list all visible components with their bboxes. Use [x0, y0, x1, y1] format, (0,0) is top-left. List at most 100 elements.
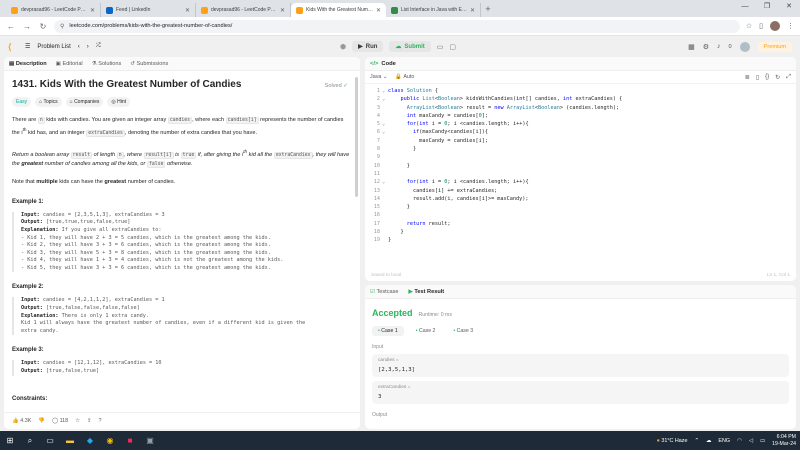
battery-icon[interactable]: ▭: [760, 438, 765, 444]
code-line[interactable]: 1 ⌄ class Solution {: [365, 87, 796, 95]
close-tab-icon[interactable]: ✕: [280, 7, 285, 14]
clock[interactable]: 6:04 PM 19-Mar-24: [772, 434, 796, 447]
autocomplete-toggle[interactable]: 🔒 Auto: [395, 74, 414, 80]
tab-description[interactable]: ▤ Description: [9, 61, 47, 67]
terminal-app-icon[interactable]: ▣: [144, 435, 156, 447]
menu-kebab-icon[interactable]: ⋮: [787, 22, 794, 30]
reset-icon[interactable]: ↻: [775, 74, 780, 81]
code-line[interactable]: 19}: [365, 236, 796, 244]
premium-button[interactable]: Premium: [757, 41, 792, 52]
code-line[interactable]: 9: [365, 153, 796, 161]
favorite-star-icon[interactable]: ☆: [75, 418, 80, 424]
fullscreen-icon[interactable]: ⤢: [786, 74, 791, 81]
browser-tab[interactable]: List Interface in Java with Exam ✕: [386, 3, 481, 17]
browser-tab[interactable]: Kids With the Greatest Number ✕: [291, 3, 386, 17]
language-indicator[interactable]: ENG: [718, 438, 730, 444]
user-avatar[interactable]: [739, 41, 750, 52]
code-line[interactable]: 16: [365, 211, 796, 219]
case-3-tab[interactable]: Case 3: [447, 326, 479, 336]
settings-gear-icon[interactable]: ⚙: [703, 43, 709, 51]
prev-problem-icon[interactable]: ‹: [78, 44, 80, 50]
code-line[interactable]: 12 ⌄ for(int i = 0; i <candies.length; i+…: [365, 178, 796, 186]
url-input[interactable]: ⚲ leetcode.com/problems/kids-with-the-gr…: [54, 19, 740, 33]
volume-icon[interactable]: ◁: [749, 438, 753, 444]
topics-chip[interactable]: ⌂ Topics: [35, 97, 62, 107]
whiteboard-icon[interactable]: ▢: [449, 43, 456, 51]
reload-icon[interactable]: ↻: [38, 22, 48, 31]
tab-solutions[interactable]: ⚗ Solutions: [92, 61, 122, 67]
wifi-icon[interactable]: ◠: [737, 438, 742, 444]
close-tab-icon[interactable]: ✕: [376, 7, 381, 14]
dislike-icon[interactable]: 👎: [38, 418, 45, 424]
bookmark-star-icon[interactable]: ☆: [746, 22, 752, 30]
weather-widget[interactable]: ● 31°C Haze: [657, 438, 688, 444]
hint-chip[interactable]: ◎ Hint: [107, 97, 131, 107]
run-button[interactable]: ▶ Run: [352, 41, 384, 52]
code-line[interactable]: 7 maxCandy = candies[i];: [365, 137, 796, 145]
close-tab-icon[interactable]: ✕: [470, 7, 475, 14]
close-window-button[interactable]: ✕: [778, 0, 800, 14]
layout-icon[interactable]: ▦: [688, 43, 695, 51]
companies-chip[interactable]: ⌂ Companies: [65, 97, 104, 107]
code-line[interactable]: 17 return result;: [365, 220, 796, 228]
chrome-icon[interactable]: ◉: [104, 435, 116, 447]
maximize-button[interactable]: ❐: [756, 0, 778, 14]
new-tab-button[interactable]: +: [481, 3, 495, 17]
bookmark-icon[interactable]: ▯: [756, 74, 759, 81]
code-line[interactable]: 10 }: [365, 162, 796, 170]
notifications-bell-icon[interactable]: ♪: [717, 43, 721, 50]
code-line[interactable]: 5 ⌄ for(int i = 0; i <candies.length; i++…: [365, 120, 796, 128]
help-icon[interactable]: ?: [99, 418, 102, 424]
tab-testcase[interactable]: ☑ Testcase: [370, 289, 399, 295]
site-info-icon[interactable]: ⚲: [60, 23, 64, 30]
share-icon[interactable]: ⇪: [87, 418, 92, 424]
debug-icon[interactable]: ⬢: [340, 43, 346, 51]
intellij-icon[interactable]: ■: [124, 435, 136, 447]
comments-button[interactable]: ◯ 118: [52, 418, 68, 424]
code-line[interactable]: 8 }: [365, 145, 796, 153]
code-line[interactable]: 18 }: [365, 228, 796, 236]
search-icon[interactable]: ⌕: [24, 435, 36, 447]
side-panel-icon[interactable]: ▯: [759, 22, 763, 30]
language-select[interactable]: Java ⌄: [370, 74, 387, 80]
code-editor[interactable]: 1 ⌄ class Solution {2 ⌄ public List<Boolean…: [365, 84, 796, 245]
tray-chevron-icon[interactable]: ⌃: [694, 438, 699, 444]
windows-start-icon[interactable]: ⊞: [4, 435, 16, 447]
tab-test-result[interactable]: ▶ Test Result: [409, 289, 445, 295]
fold-chevron-icon[interactable]: [382, 211, 388, 219]
task-view-icon[interactable]: ▭: [44, 435, 56, 447]
code-line[interactable]: 15 }: [365, 203, 796, 211]
problem-list-link[interactable]: Problem List: [37, 44, 70, 50]
submit-button[interactable]: ☁ Submit: [389, 41, 431, 52]
close-tab-icon[interactable]: ✕: [185, 7, 190, 14]
case-1-tab[interactable]: Case 1: [372, 326, 404, 336]
code-line[interactable]: 13 candies[i] += extraCandies;: [365, 187, 796, 195]
problem-title[interactable]: 1431. Kids With the Greatest Number of C…: [12, 79, 352, 90]
case-2-tab[interactable]: Case 2: [410, 326, 442, 336]
like-button[interactable]: 👍 4.3K: [12, 418, 31, 424]
tab-submissions[interactable]: ↺ Submissions: [130, 61, 168, 67]
code-line[interactable]: 6 ⌄ if(maxCandy<candies[i]){: [365, 128, 796, 136]
browser-tab[interactable]: devprasad96 - LeetCode Profile ✕: [196, 3, 291, 17]
shuffle-icon[interactable]: ⤮: [96, 43, 101, 50]
back-icon[interactable]: ←: [6, 22, 16, 31]
next-problem-icon[interactable]: ›: [87, 44, 89, 50]
browser-tab[interactable]: Feed | LinkedIn ✕: [101, 3, 196, 17]
code-line[interactable]: 14 result.add(i, candies[i]>= maxCandy);: [365, 195, 796, 203]
tab-editorial[interactable]: ▣ Editorial: [56, 61, 83, 67]
profile-avatar[interactable]: [770, 21, 780, 31]
problem-list-icon[interactable]: ☰: [25, 43, 30, 50]
code-line[interactable]: 2 ⌄ public List<Boolean> kidsWithCandies(…: [365, 95, 796, 103]
close-tab-icon[interactable]: ✕: [90, 7, 95, 14]
fold-chevron-icon[interactable]: [382, 153, 388, 161]
braces-icon[interactable]: {}: [765, 74, 769, 81]
note-icon[interactable]: ▭: [437, 43, 444, 51]
code-line[interactable]: 3 ArrayList<Boolean> result = new ArrayL…: [365, 104, 796, 112]
forward-icon[interactable]: →: [22, 22, 32, 31]
format-icon[interactable]: ≣: [745, 74, 750, 81]
file-explorer-icon[interactable]: ▬: [64, 435, 76, 447]
vscode-icon[interactable]: ◆: [84, 435, 96, 447]
code-line[interactable]: 11: [365, 170, 796, 178]
fold-chevron-icon[interactable]: [382, 170, 388, 178]
description-scrollbar[interactable]: [355, 77, 358, 197]
